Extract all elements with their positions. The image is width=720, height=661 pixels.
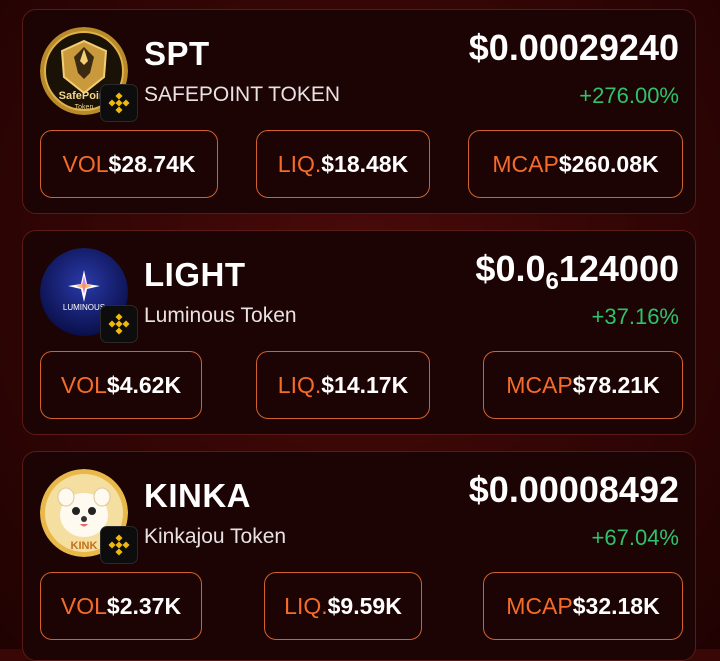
market-cap-stat[interactable]: MCAP $32.18K [483,572,683,640]
token-card-kinka[interactable]: KINK KINKA Kinkajou Token $0.00008492 +6… [22,451,696,661]
market-cap-stat[interactable]: MCAP $78.21K [483,351,683,419]
market-cap-value: $260.08K [558,150,659,177]
liquidity-label: LIQ. [277,371,322,398]
svg-text:Token: Token [75,104,94,111]
liquidity-stat[interactable]: LIQ. $9.59K [264,572,422,640]
liquidity-stat[interactable]: LIQ. $18.48K [256,130,430,198]
token-symbol: SPT [144,35,210,72]
token-name: Kinkajou Token [144,525,287,548]
token-symbol: KINKA [144,477,251,514]
volume-value: $4.62K [106,371,182,398]
liquidity-value: $9.59K [327,592,402,619]
token-card-spt[interactable]: SafePoint Token SPT SAFEPOINT TOKEN $0.0… [22,9,696,214]
liquidity-label: LIQ. [284,592,328,619]
volume-label: VOL [62,150,109,177]
volume-stat[interactable]: VOL $2.37K [40,572,202,640]
volume-stat[interactable]: VOL $4.62K [40,351,202,419]
price-change: +37.16% [591,304,679,329]
market-cap-label: MCAP [492,150,559,177]
market-cap-label: MCAP [506,592,573,619]
market-cap-stat[interactable]: MCAP $260.08K [468,130,683,198]
market-cap-value: $78.21K [572,371,660,398]
svg-text:LUMINOUS: LUMINOUS [63,303,105,312]
liquidity-stat[interactable]: LIQ. $14.17K [256,351,430,419]
bnb-chain-icon [100,526,138,564]
svg-text:KINK: KINK [71,540,98,552]
token-name: SAFEPOINT TOKEN [144,83,341,106]
bnb-chain-icon [100,84,138,122]
price-prefix: $0.0 [475,248,546,289]
token-price: $0.06124000 [475,248,679,295]
token-price: $0.00008492 [468,469,679,510]
volume-label: VOL [60,592,107,619]
price-change: +276.00% [579,83,679,108]
liquidity-label: LIQ. [277,150,322,177]
price-change: +67.04% [591,525,679,550]
market-cap-label: MCAP [506,371,573,398]
volume-value: $28.74K [108,150,196,177]
price-significant-digits: 124000 [558,248,679,289]
price-zero-count: 6 [545,268,559,295]
token-price: $0.00029240 [468,27,679,68]
token-symbol: LIGHT [144,256,246,293]
volume-label: VOL [60,371,107,398]
market-cap-value: $32.18K [572,592,660,619]
volume-stat[interactable]: VOL $28.74K [40,130,218,198]
liquidity-value: $18.48K [321,150,409,177]
token-card-light[interactable]: LUMINOUS LIGHT Luminous Token $0.0612400… [22,230,696,435]
bnb-chain-icon [100,305,138,343]
token-name: Luminous Token [144,304,297,327]
liquidity-value: $14.17K [321,371,409,398]
volume-value: $2.37K [106,592,182,619]
